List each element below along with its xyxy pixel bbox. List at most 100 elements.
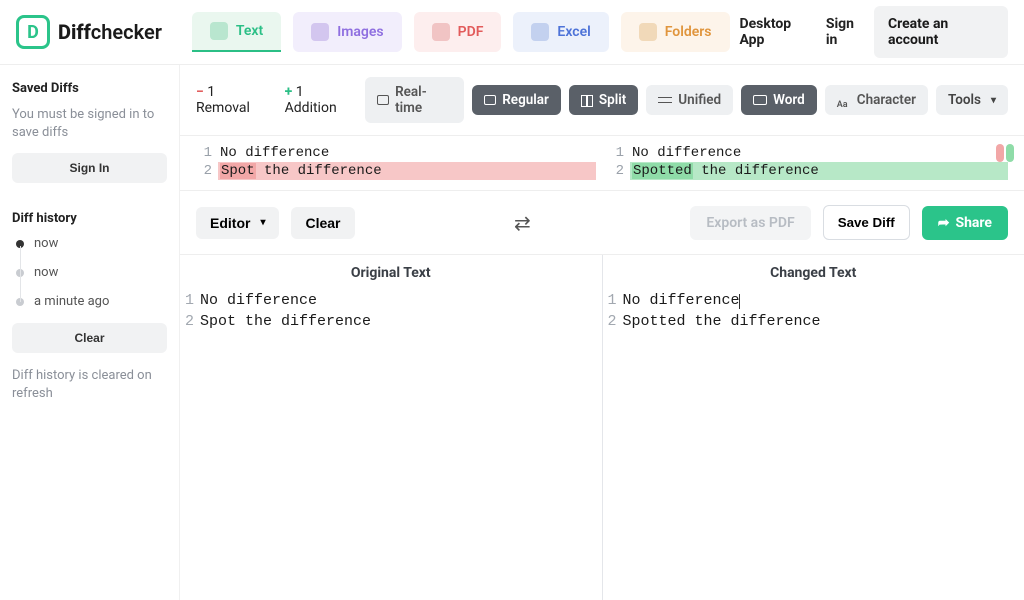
editor-controls: Editor▾ Clear ⇄ Export as PDF Save Diff … xyxy=(180,191,1024,255)
line-number: 2 xyxy=(603,312,623,332)
diff-chip-removed: Spot xyxy=(220,163,256,179)
diff-history-section: Diff history now now a minute ago Clear … xyxy=(12,211,167,402)
mode-split[interactable]: Split xyxy=(569,85,638,115)
diff-chip-added: Spotted xyxy=(632,163,693,179)
signin-link[interactable]: Sign in xyxy=(822,6,870,58)
code-line: 1No difference xyxy=(603,291,1024,311)
diff-text-removed: Spot the difference xyxy=(218,162,596,180)
line-number: 2 xyxy=(196,162,218,180)
original-text-pane: Original Text 1No difference 2Spot the d… xyxy=(180,255,603,600)
diff-line: 2 Spot the difference xyxy=(196,162,596,180)
main-content: − 1 Removal + 1 Addition Real-time Regul… xyxy=(180,65,1024,600)
diff-right-column: 1 No difference 2 Spotted the difference xyxy=(608,144,1008,180)
text-icon xyxy=(210,22,228,40)
create-account-button[interactable]: Create an account xyxy=(874,6,1008,58)
tab-images-label: Images xyxy=(337,24,383,40)
history-item[interactable]: a minute ago xyxy=(16,294,167,309)
logo[interactable]: D Diffchecker xyxy=(16,15,162,49)
diff-text: No difference xyxy=(630,144,1008,162)
word-icon xyxy=(753,95,767,105)
save-diff-button[interactable]: Save Diff xyxy=(823,205,910,240)
unified-icon xyxy=(658,97,672,103)
realtime-icon xyxy=(377,95,389,105)
logo-text: Diffchecker xyxy=(58,20,162,44)
tab-folders[interactable]: Folders xyxy=(621,12,730,52)
original-text-editor[interactable]: 1No difference 2Spot the difference xyxy=(180,287,602,600)
logo-rest: checker xyxy=(91,20,162,44)
line-number: 1 xyxy=(180,291,200,311)
original-text-title: Original Text xyxy=(180,255,602,287)
history-item[interactable]: now xyxy=(16,236,167,251)
changed-text-editor[interactable]: 1No difference 2Spotted the difference xyxy=(603,287,1024,600)
mode-character-label: Character xyxy=(857,92,916,108)
logo-bold: Diff xyxy=(58,20,91,44)
diff-text: No difference xyxy=(218,144,596,162)
logo-mark-icon: D xyxy=(16,15,50,49)
tools-label: Tools xyxy=(948,92,981,108)
line-number: 2 xyxy=(608,162,630,180)
folders-icon xyxy=(639,23,657,41)
editor-dropdown-label: Editor xyxy=(210,215,250,231)
chevron-down-icon: ▾ xyxy=(991,95,996,106)
history-timeline-line xyxy=(20,246,21,302)
tab-text-label: Text xyxy=(236,23,263,39)
editor-dropdown[interactable]: Editor ▾ xyxy=(196,207,279,239)
tools-dropdown[interactable]: Tools ▾ xyxy=(936,85,1008,115)
plus-icon: + xyxy=(285,84,293,100)
history-clear-button[interactable]: Clear xyxy=(12,323,167,353)
code-line: 1No difference xyxy=(180,291,602,311)
minimap-removed-icon xyxy=(996,144,1004,162)
diff-history-heading: Diff history xyxy=(12,211,167,226)
swap-sides-button[interactable]: ⇄ xyxy=(514,211,531,235)
diff-history-list: now now a minute ago xyxy=(12,236,167,309)
regular-icon xyxy=(484,95,496,105)
code-text: Spotted the difference xyxy=(623,312,821,332)
images-icon xyxy=(311,23,329,41)
share-button[interactable]: ➦Share xyxy=(922,206,1008,240)
history-item[interactable]: now xyxy=(16,265,167,280)
clear-button[interactable]: Clear xyxy=(291,207,354,239)
mode-unified[interactable]: Unified xyxy=(646,85,733,115)
mode-word[interactable]: Word xyxy=(741,85,817,115)
code-line: 2Spot the difference xyxy=(180,312,602,332)
split-icon xyxy=(581,95,593,105)
history-item-label: now xyxy=(34,265,58,280)
chevron-down-icon: ▾ xyxy=(260,217,265,228)
diff-result-view: 1 No difference 2 Spot the difference 1 … xyxy=(180,136,1024,191)
tab-excel[interactable]: Excel xyxy=(513,12,608,52)
tab-images[interactable]: Images xyxy=(293,12,401,52)
tab-pdf[interactable]: PDF xyxy=(414,12,502,52)
changed-text-title: Changed Text xyxy=(603,255,1024,287)
mode-regular[interactable]: Regular xyxy=(472,85,561,115)
removal-count: − 1 Removal xyxy=(196,84,271,116)
mode-realtime-label: Real-time xyxy=(395,84,452,116)
sidebar-signin-button[interactable]: Sign In xyxy=(12,153,167,183)
code-text: Spot the difference xyxy=(200,312,371,332)
line-number: 2 xyxy=(180,312,200,332)
diff-text-added: Spotted the difference xyxy=(630,162,1008,180)
editor-panes: Original Text 1No difference 2Spot the d… xyxy=(180,255,1024,600)
diff-left-column: 1 No difference 2 Spot the difference xyxy=(196,144,596,180)
tab-pdf-label: PDF xyxy=(458,24,484,40)
diff-minimap[interactable] xyxy=(996,144,1014,162)
desktop-app-link[interactable]: Desktop App xyxy=(736,6,818,58)
diff-line: 1 No difference xyxy=(196,144,596,162)
text-cursor-icon xyxy=(739,294,740,309)
change-summary: − 1 Removal + 1 Addition xyxy=(196,84,357,116)
history-item-label: now xyxy=(34,236,58,251)
mode-unified-label: Unified xyxy=(678,92,721,108)
diff-line: 2 Spotted the difference xyxy=(608,162,1008,180)
minimap-added-icon xyxy=(1006,144,1014,162)
history-note: Diff history is cleared on refresh xyxy=(12,367,167,402)
mode-realtime[interactable]: Real-time xyxy=(365,77,464,123)
sidebar: Saved Diffs You must be signed in to sav… xyxy=(0,65,180,600)
result-toolbar: − 1 Removal + 1 Addition Real-time Regul… xyxy=(180,65,1024,136)
excel-icon xyxy=(531,23,549,41)
saved-diffs-message: You must be signed in to save diffs xyxy=(12,106,167,141)
tab-text[interactable]: Text xyxy=(192,12,281,52)
nav-tabs: Text Images PDF Excel Folders xyxy=(192,12,730,52)
character-icon xyxy=(837,95,851,105)
tab-excel-label: Excel xyxy=(557,24,590,40)
mode-character[interactable]: Character xyxy=(825,85,928,115)
line-number: 1 xyxy=(608,144,630,162)
